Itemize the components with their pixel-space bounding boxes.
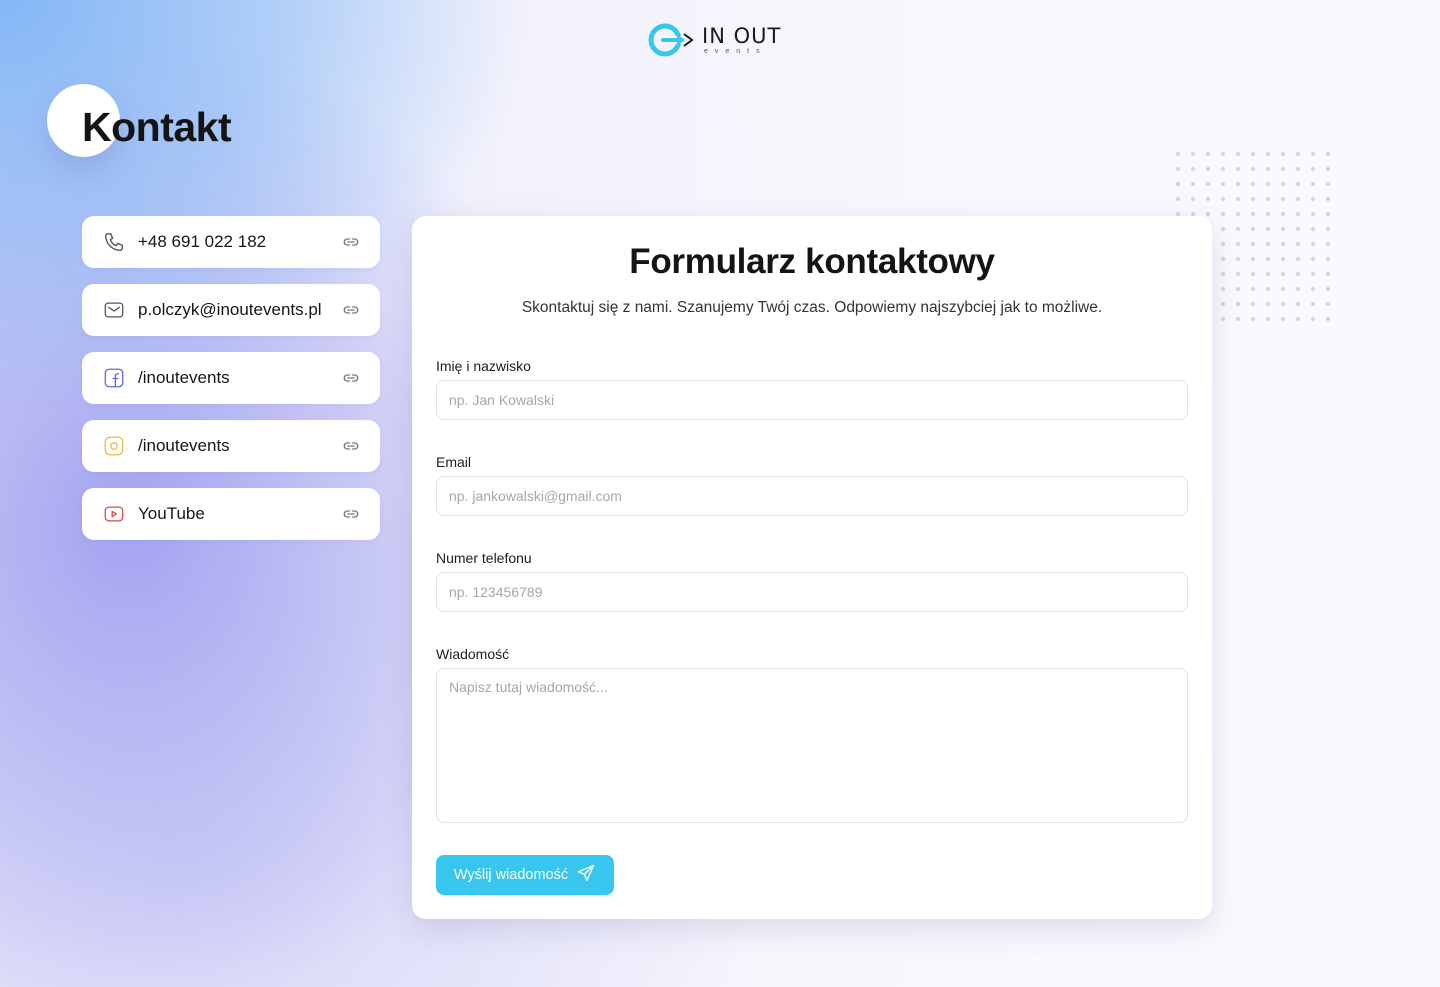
name-field-label: Imię i nazwisko (436, 358, 531, 374)
link-icon (342, 437, 360, 455)
form-title: Formularz kontaktowy (629, 242, 995, 281)
logo-mark-icon (648, 22, 694, 58)
instagram-icon (102, 434, 126, 458)
link-icon (342, 233, 360, 251)
facebook-icon (102, 366, 126, 390)
link-icon (342, 505, 360, 523)
contact-item-instagram[interactable]: /inoutevents (82, 420, 380, 472)
contact-label: /inoutevents (138, 436, 230, 455)
message-textarea[interactable] (436, 668, 1188, 823)
page-title: Kontakt (82, 104, 232, 150)
link-icon (342, 301, 360, 319)
contact-form-card: Formularz kontaktowy Skontaktuj się z na… (412, 216, 1212, 919)
link-icon (342, 369, 360, 387)
email-field-label: Email (436, 454, 472, 470)
youtube-icon (102, 502, 126, 526)
contact-label: YouTube (138, 504, 205, 523)
contact-item-email[interactable]: p.olczyk@inoutevents.pl (82, 284, 380, 336)
contact-item-phone[interactable]: +48 691 022 182 (82, 216, 380, 268)
phone-input[interactable] (436, 572, 1188, 612)
contact-label: p.olczyk@inoutevents.pl (138, 300, 322, 319)
name-input[interactable] (436, 380, 1188, 420)
email-input[interactable] (436, 476, 1188, 516)
contact-label: +48 691 022 182 (138, 232, 267, 251)
contact-list: +48 691 022 182 p.olczyk@inoutevents.pl (82, 216, 380, 556)
contact-label: /inoutevents (138, 368, 230, 387)
phone-field-label: Numer telefonu (436, 550, 532, 566)
phone-icon (102, 230, 126, 254)
message-field-label: Wiadomość (436, 646, 510, 662)
send-message-button[interactable]: Wyślij wiadomość (436, 855, 614, 895)
send-icon (576, 863, 596, 887)
brand-logo[interactable]: IN OUT events (648, 22, 781, 58)
contact-item-youtube[interactable]: YouTube (82, 488, 380, 540)
send-message-label: Wyślij wiadomość (453, 867, 569, 883)
form-subtitle: Skontaktuj się z nami. Szanujemy Twój cz… (521, 299, 1103, 316)
contact-item-facebook[interactable]: /inoutevents (82, 352, 380, 404)
mail-icon (102, 298, 126, 322)
brand-subtitle: events (704, 47, 767, 55)
brand-name: IN OUT (702, 23, 782, 48)
